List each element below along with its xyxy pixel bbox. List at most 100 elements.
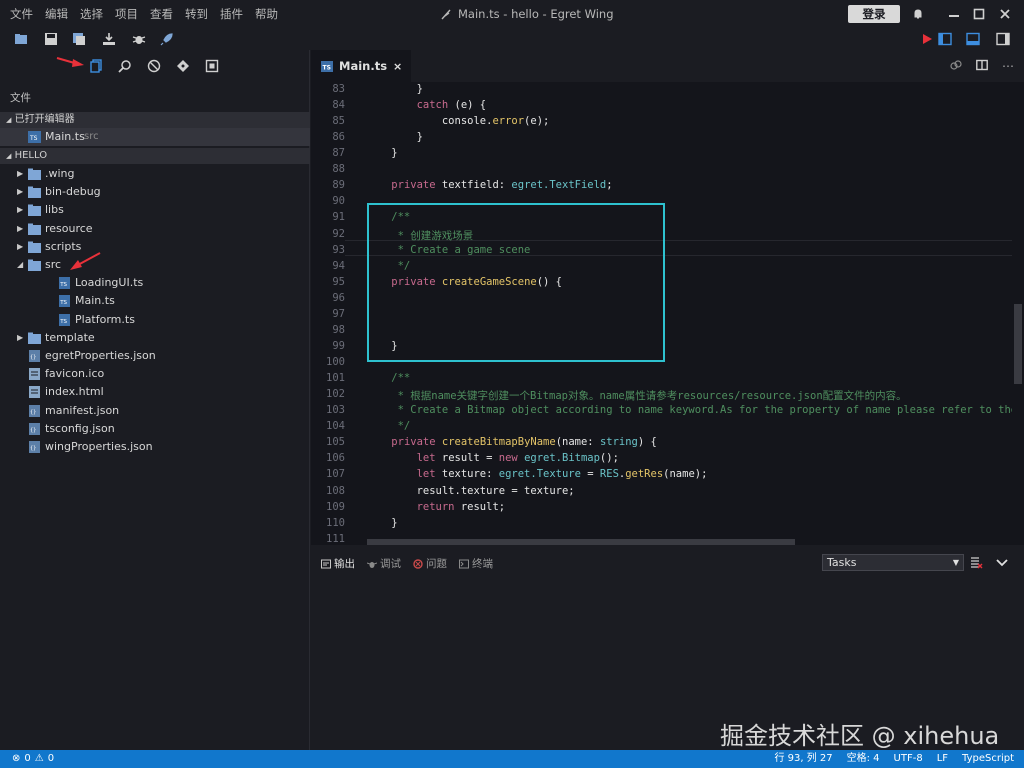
typescript-file-icon: TS [59,313,70,326]
menu-view[interactable]: 查看 [144,6,179,22]
line-number: 105 [326,436,345,449]
clear-output-icon[interactable] [970,556,983,569]
rocket-icon[interactable] [158,30,176,48]
scrollbar-thumb[interactable] [1014,304,1022,384]
tree-item[interactable]: favicon.ico [0,365,310,383]
save-all-icon[interactable] [70,30,88,48]
open-editor-item[interactable]: TS Main.ts src [0,128,310,146]
code-editor[interactable]: 83 } 84 catch (e) {85 console.error(e); 86… [311,82,1024,545]
explorer-icon[interactable] [86,56,106,76]
bell-icon[interactable] [908,4,928,24]
extensions-icon[interactable] [202,56,222,76]
collapsed-arrow-icon[interactable]: ▶ [17,183,27,201]
feather-icon [441,9,451,20]
code-line: private textfield: egret.TextField; [391,179,613,192]
compare-icon[interactable] [949,59,963,73]
project-header[interactable]: ◢ HELLO [0,148,310,164]
minimize-button[interactable] [944,4,964,24]
debug-icon[interactable] [144,56,164,76]
tree-item[interactable]: ▶ resource [0,220,310,238]
search-icon[interactable] [115,56,135,76]
tab-output[interactable]: 输出 [321,556,355,571]
problems-summary[interactable]: ⊗ 0 ⚠ 0 [12,750,54,768]
publish-icon[interactable] [100,30,118,48]
code-line: */ [366,420,411,433]
tree-item[interactable]: ▶ .wing [0,165,310,183]
menu-select[interactable]: 选择 [74,6,109,22]
menu-plugins[interactable]: 插件 [214,6,249,22]
split-editor-icon[interactable] [975,59,989,73]
menu-file[interactable]: 文件 [4,6,39,22]
close-button[interactable] [995,4,1015,24]
tree-item[interactable]: ▶ bin-debug [0,183,310,201]
problems-icon [413,558,423,569]
cursor-position[interactable]: 行 93, 列 27 [774,750,832,768]
tree-item[interactable]: index.html [0,383,310,401]
collapsed-arrow-icon[interactable]: ▶ [17,201,27,219]
collapse-panel-icon[interactable] [996,558,1008,568]
language-mode[interactable]: TypeScript [962,750,1014,768]
open-editors-header[interactable]: ◢ 已打开编辑器 [0,112,310,128]
menu-help[interactable]: 帮助 [249,6,284,22]
collapse-icon: ◢ [6,116,12,124]
annotation-arrow [56,57,84,67]
tree-item[interactable]: ◢ src [0,256,310,274]
tree-item-label: Platform.ts [75,312,135,326]
tree-item[interactable]: TS Main.ts [0,292,310,310]
run-icon[interactable] [918,30,936,48]
tree-item-label: tsconfig.json [45,421,115,435]
code-line: return result; [416,500,506,513]
tab-problems[interactable]: 问题 [413,556,447,571]
tree-item-label: egretProperties.json [45,349,156,362]
encoding[interactable]: UTF-8 [894,750,923,768]
task-select[interactable]: Tasks ▼ [822,554,964,571]
menu-edit[interactable]: 编辑 [39,6,74,22]
menu-project[interactable]: 项目 [109,6,144,22]
typescript-file-icon: TS [28,131,41,143]
code-line: private createBitmapByName(name: string)… [391,436,657,449]
tree-item[interactable]: TS LoadingUI.ts [0,274,310,292]
line-number: 87 [332,147,345,160]
svg-text:TS: TS [59,319,67,325]
line-number: 107 [326,468,345,481]
tree-item[interactable]: {} manifest.json [0,402,310,420]
expanded-arrow-icon[interactable]: ◢ [17,256,27,274]
tree-item[interactable]: ▶ libs [0,201,310,219]
toggle-panel-icon[interactable] [964,30,982,48]
new-project-icon[interactable] [12,30,30,48]
tab-debug[interactable]: 调试 [367,556,401,571]
tree-item[interactable]: ▶ scripts [0,238,310,256]
tab-main-ts[interactable]: TS Main.ts × [311,50,411,82]
toggle-sidebar-icon[interactable] [936,30,954,48]
tab-close-icon[interactable]: × [393,60,402,73]
tree-item-label: wingProperties.json [45,440,153,453]
collapsed-arrow-icon[interactable]: ▶ [17,238,27,256]
line-number: 109 [326,500,345,513]
line-ending[interactable]: LF [937,750,948,768]
line-number: 91 [332,211,345,224]
collapsed-arrow-icon[interactable]: ▶ [17,165,27,183]
menu-goto[interactable]: 转到 [179,6,214,22]
line-number: 100 [326,356,345,369]
error-icon: ⊗ [12,753,21,764]
warning-icon: ⚠ [34,753,44,764]
more-actions-icon[interactable]: ⋯ [1001,59,1015,73]
tab-problems-label: 问题 [426,558,447,570]
tree-item[interactable]: TS Platform.ts [0,311,310,329]
save-icon[interactable] [42,30,60,48]
git-icon[interactable] [173,56,193,76]
tree-item[interactable]: {} wingProperties.json [0,438,310,456]
collapsed-arrow-icon[interactable]: ▶ [17,329,27,347]
maximize-button[interactable] [969,4,989,24]
line-number: 96 [332,291,345,304]
login-button[interactable]: 登录 [848,5,900,23]
tree-item[interactable]: {} egretProperties.json [0,347,310,365]
debug-bug-icon[interactable] [130,30,148,48]
tree-item[interactable]: {} tsconfig.json [0,420,310,438]
collapsed-arrow-icon[interactable]: ▶ [17,220,27,238]
toggle-right-panel-icon[interactable] [994,30,1012,48]
editor-vertical-scrollbar[interactable] [1012,82,1024,545]
indentation[interactable]: 空格: 4 [847,750,880,768]
tab-terminal[interactable]: 终端 [459,556,493,571]
tree-item[interactable]: ▶ template [0,329,310,347]
